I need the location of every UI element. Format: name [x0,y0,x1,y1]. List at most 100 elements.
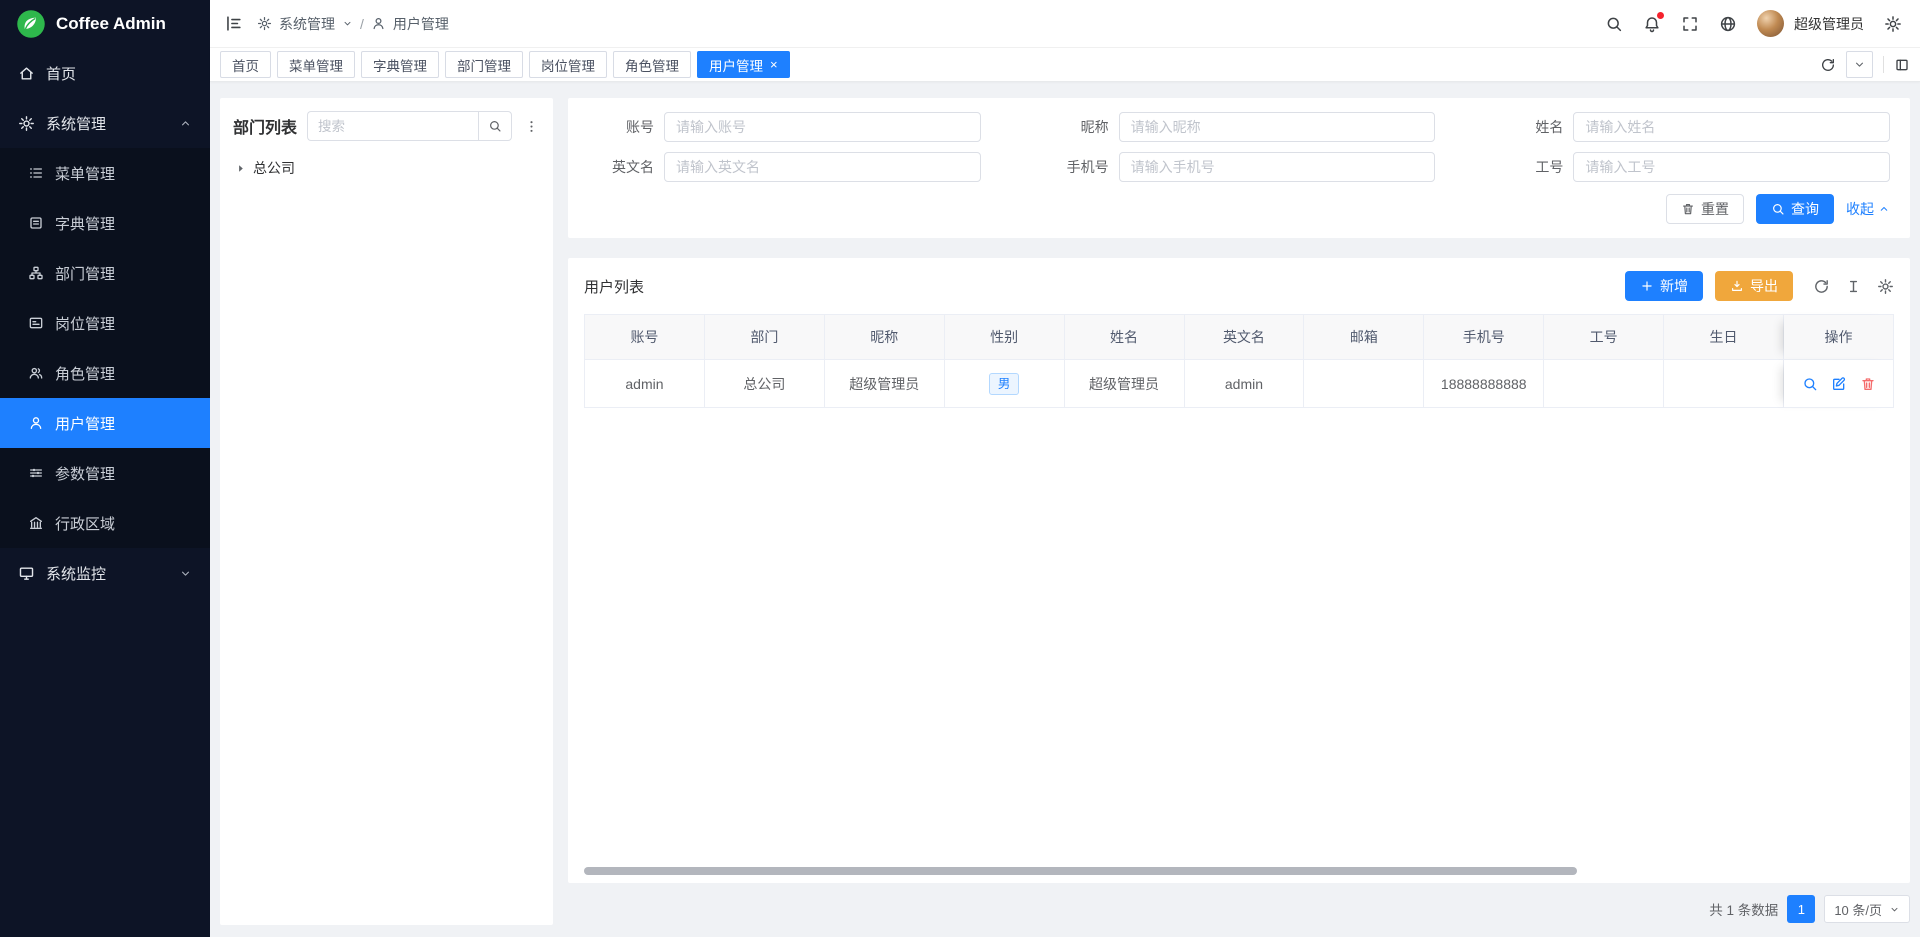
gender-tag: 男 [989,373,1020,395]
account-field: 账号 [582,112,981,142]
user-list-title: 用户列表 [584,276,644,297]
tab-role-mgmt[interactable]: 角色管理 [613,51,691,78]
department-panel-header: 部门列表 [233,111,540,141]
close-tab-icon[interactable]: × [770,58,778,71]
col-work-no: 工号 [1544,315,1664,360]
tab-post-mgmt[interactable]: 岗位管理 [529,51,607,78]
tab-options-dropdown[interactable] [1846,51,1873,78]
user-list-header: 用户列表 新增 导出 [584,271,1894,301]
users-icon [28,365,44,381]
name-input[interactable] [1573,112,1890,142]
sidebar-item-label: 岗位管理 [55,313,115,334]
sidebar-item-menu-mgmt[interactable]: 菜单管理 [0,148,210,198]
search-button[interactable]: 查询 [1756,194,1834,224]
sidebar-item-post-mgmt[interactable]: 岗位管理 [0,298,210,348]
nickname-field: 昵称 [1037,112,1436,142]
notification-bell-icon[interactable] [1643,15,1661,33]
sidebar-item-monitor[interactable]: 系统监控 [0,548,210,598]
user-avatar[interactable] [1757,10,1784,37]
breadcrumb-level1[interactable]: 系统管理 [279,14,335,34]
search-icon [488,119,502,133]
topbar-actions: 超级管理员 [1605,10,1902,37]
sidebar-item-system[interactable]: 系统管理 [0,98,210,148]
id-card-icon [28,315,44,331]
tab-home[interactable]: 首页 [220,51,271,78]
view-row-icon[interactable] [1802,376,1818,392]
tab-dept-mgmt[interactable]: 部门管理 [445,51,523,78]
cell-english-name: admin [1185,360,1305,408]
tab-menu-mgmt[interactable]: 菜单管理 [277,51,355,78]
sidebar-item-label: 菜单管理 [55,163,115,184]
sidebar-menu: 首页 系统管理 菜单管理 字典管理 部门管理 [0,48,210,937]
user-icon [371,16,386,31]
page-size-select[interactable]: 10 条/页 [1824,895,1910,923]
reset-button[interactable]: 重置 [1666,194,1744,224]
user-list-card: 用户列表 新增 导出 [568,258,1910,883]
tabbar: 首页 菜单管理 字典管理 部门管理 岗位管理 角色管理 用户管理 × [210,48,1920,82]
user-list-actions: 新增 导出 [1625,271,1894,301]
search-icon[interactable] [1605,15,1623,33]
plus-icon [1640,279,1654,293]
delete-row-icon[interactable] [1860,376,1876,392]
sidebar-item-label: 部门管理 [55,263,115,284]
sidebar-item-region[interactable]: 行政区域 [0,498,210,548]
tree-node-head-office[interactable]: 总公司 [233,153,540,183]
tab-user-mgmt[interactable]: 用户管理 × [697,51,790,78]
english-name-input[interactable] [664,152,981,182]
home-icon [18,65,35,82]
english-name-field: 英文名 [582,152,981,182]
settings-gear-icon[interactable] [1884,15,1902,33]
app-logo[interactable]: Coffee Admin [0,0,210,48]
sidebar-item-dict-mgmt[interactable]: 字典管理 [0,198,210,248]
collapse-sidebar-icon[interactable] [224,14,243,33]
sidebar-item-user-mgmt[interactable]: 用户管理 [0,398,210,448]
row-action-icons [1802,376,1876,392]
page-number-button[interactable]: 1 [1787,895,1815,923]
department-more-icon[interactable] [522,119,540,134]
sidebar-item-role-mgmt[interactable]: 角色管理 [0,348,210,398]
refresh-table-icon[interactable] [1813,278,1830,295]
phone-input[interactable] [1119,152,1436,182]
sidebar-item-param-mgmt[interactable]: 参数管理 [0,448,210,498]
add-user-button[interactable]: 新增 [1625,271,1703,301]
chevron-down-icon [342,18,353,29]
account-input[interactable] [664,112,981,142]
current-user-name[interactable]: 超级管理员 [1794,14,1864,34]
department-search-button[interactable] [478,111,512,141]
collapse-filter-link[interactable]: 收起 [1846,199,1890,219]
layout-icon[interactable] [1894,57,1910,73]
col-email: 邮箱 [1304,315,1424,360]
cell-department: 总公司 [705,360,825,408]
notification-badge [1657,12,1664,19]
department-panel: 部门列表 总公司 [220,98,553,925]
edit-row-icon[interactable] [1831,376,1847,392]
refresh-tab-icon[interactable] [1820,57,1836,73]
work-no-label: 工号 [1491,157,1563,177]
gear-icon [18,115,35,132]
app-root: Coffee Admin 首页 系统管理 菜单管理 字典管理 [0,0,1920,937]
nickname-input[interactable] [1119,112,1436,142]
export-button[interactable]: 导出 [1715,271,1793,301]
row-height-icon[interactable] [1845,278,1862,295]
fullscreen-icon[interactable] [1681,15,1699,33]
language-icon[interactable] [1719,15,1737,33]
cell-name: 超级管理员 [1065,360,1185,408]
col-birthday: 生日 [1664,315,1784,360]
nickname-label: 昵称 [1037,117,1109,137]
department-search-input[interactable] [307,111,478,141]
breadcrumb-separator: / [360,16,364,32]
breadcrumb-level2: 用户管理 [393,14,449,34]
horizontal-scrollbar[interactable] [584,867,1577,875]
column-settings-gear-icon[interactable] [1877,278,1894,295]
content-area: 部门列表 总公司 账号 [210,82,1920,937]
col-english-name: 英文名 [1185,315,1305,360]
sidebar-submenu-system: 菜单管理 字典管理 部门管理 岗位管理 角色管理 [0,148,210,548]
sidebar-item-dept-mgmt[interactable]: 部门管理 [0,248,210,298]
department-panel-title: 部门列表 [233,114,297,138]
tab-dict-mgmt[interactable]: 字典管理 [361,51,439,78]
sidebar-item-label: 参数管理 [55,463,115,484]
filter-card: 账号 昵称 姓名 英文名 [568,98,1910,238]
sidebar-item-home[interactable]: 首页 [0,48,210,98]
work-no-input[interactable] [1573,152,1890,182]
list-icon [28,165,44,181]
